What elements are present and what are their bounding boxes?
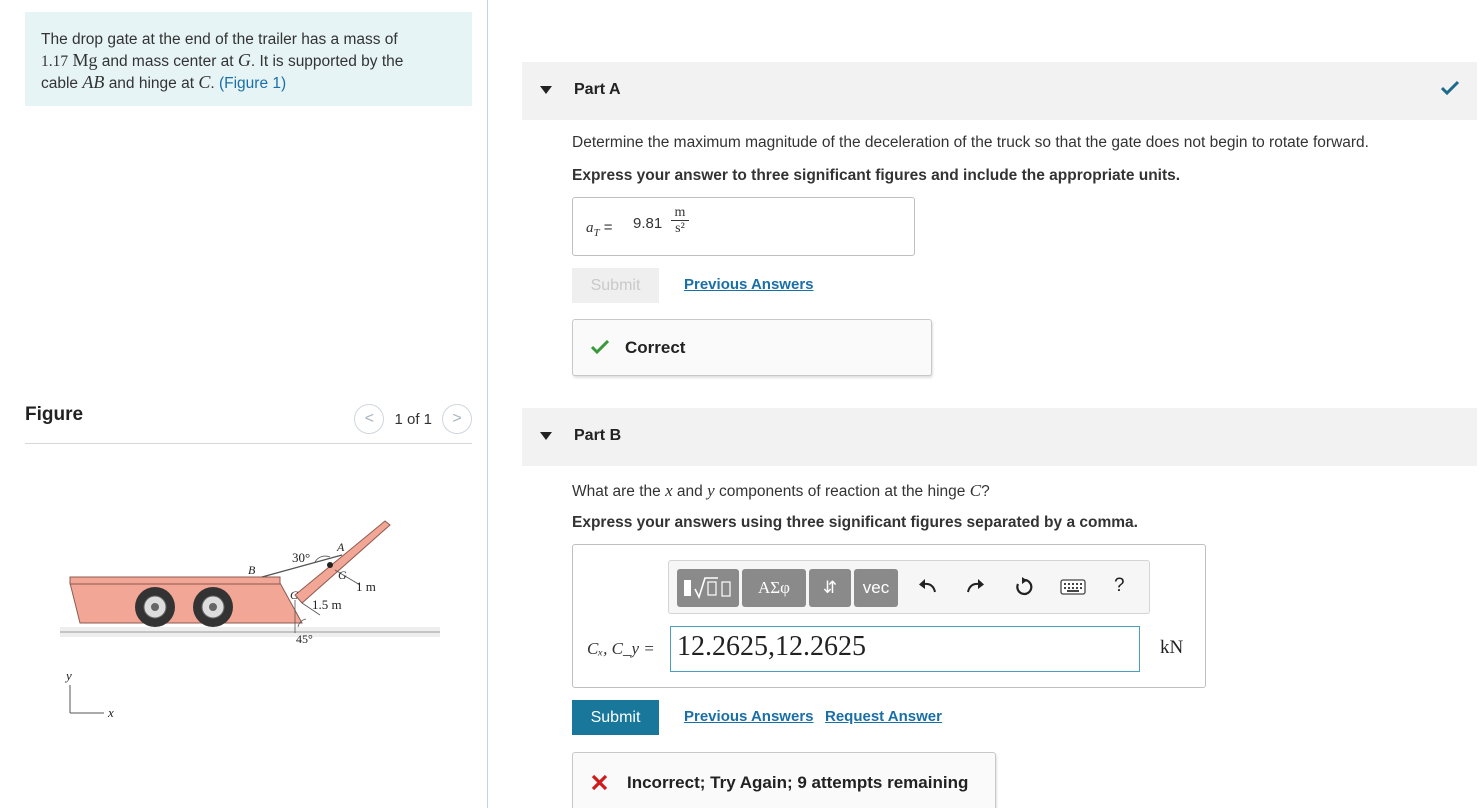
figure-count: 1 of 1 [394,410,432,428]
axis-x-label: x [107,705,114,720]
label-b: B [248,563,256,577]
mass-unit: Mg [72,50,98,70]
answer-input[interactable]: 12.2625,12.2625 [670,626,1140,672]
problem-pane: The drop gate at the end of the trailer … [0,0,488,808]
part-a-submit-button[interactable]: Submit [572,268,659,303]
input-label: Cₓ, C_y = [587,639,655,658]
wheel-front [193,587,233,627]
question-text-4: ? [981,483,990,500]
redo-icon[interactable] [964,576,986,598]
problem-text-2: and mass center at [101,53,234,70]
collapse-arrow-icon[interactable] [540,432,552,440]
math-toolbar: ΑΣφ ⇵ vec ? [668,560,1150,614]
part-a-previous-answers-link[interactable]: Previous Answers [684,276,814,293]
keyboard-icon[interactable] [1060,579,1086,595]
var-c: C [969,481,982,500]
mass-value: 1.17 [41,53,69,70]
templates-button[interactable] [677,569,739,607]
problem-text-6: . [210,75,215,92]
part-a-instruction: Express your answer to three significant… [572,167,1181,184]
unit-denominator: s² [675,221,685,236]
trailer-rail [69,576,281,585]
wheel-rear [135,587,175,627]
var-x: x [665,481,673,500]
next-figure-button[interactable]: > [442,404,472,434]
question-text-3: components of reaction at the hinge [718,483,966,500]
point-c: C [198,72,211,92]
trailer-figure: 30° A B G C 1 m 1.5 m 45° y x [60,520,440,720]
reset-icon[interactable] [1013,576,1035,598]
figure-nav: < 1 of 1 > [354,404,472,434]
label-c: C [290,588,299,602]
part-b-previous-answers-link[interactable]: Previous Answers [684,708,814,725]
answer-unit: m s² [671,205,689,236]
question-text-1: What are the [572,483,661,500]
undo-icon[interactable] [917,576,939,598]
request-answer-link[interactable]: Request Answer [825,708,942,725]
part-b-header[interactable]: Part B [522,408,1477,466]
part-a-question: Determine the maximum magnitude of the d… [572,134,1369,151]
figure-title: Figure [25,404,84,425]
unit-numerator: m [671,205,689,221]
answer-label-var: a [586,220,594,236]
answer-label: aT = [586,219,613,239]
mass-center-g [327,562,333,568]
incorrect-text: Incorrect; Try Again; 9 attempts remaini… [627,773,969,792]
part-b-question: What are the x and y components of react… [572,481,990,501]
part-a-title: Part A [574,81,621,98]
greek-symbols-button[interactable]: ΑΣφ [742,569,806,607]
answer-equals: = [603,219,613,236]
answer-value: 9.81 [633,215,663,232]
label-15m: 1.5 m [312,597,342,612]
problem-text-4: cable [41,75,79,92]
part-b-submit-button[interactable]: Submit [572,700,659,735]
incorrect-x-icon [591,774,608,791]
part-a-answer-box: aT = 9.81 m s² [572,197,915,256]
correct-text: Correct [625,338,686,357]
label-1m: 1 m [356,579,376,594]
cable-ab: AB [82,72,105,92]
part-a-feedback: Correct [572,319,932,376]
label-g: G [338,568,347,582]
vector-button[interactable]: vec [854,569,898,607]
pane-divider [487,0,488,808]
part-b-answer-box: ΑΣφ ⇵ vec ? Cₓ, C_y = 12.2625,12.2625 kN [572,544,1206,688]
label-a: A [336,540,345,554]
part-b-feedback: Incorrect; Try Again; 9 attempts remaini… [572,752,996,808]
collapse-arrow-icon[interactable] [540,86,552,94]
correct-check-icon [591,340,609,355]
problem-text-3: . It is supported by the [250,53,404,70]
problem-text-1: The drop gate at the end of the trailer … [41,31,398,48]
question-text-2: and [676,483,703,500]
problem-statement: The drop gate at the end of the trailer … [25,12,472,106]
point-g: G [237,50,251,70]
help-icon[interactable]: ? [1114,575,1125,597]
figure-header: Figure < 1 of 1 > [25,404,472,444]
part-b-instruction: Express your answers using three signifi… [572,514,1138,531]
trailer-deck [69,582,303,624]
problem-text-5: and hinge at [108,75,195,92]
check-icon [1441,80,1459,96]
subscript-button[interactable]: ⇵ [809,569,851,607]
template-icon [684,577,731,600]
var-y: y [707,481,715,500]
part-a-header[interactable]: Part A [522,62,1477,120]
figure-link[interactable]: (Figure 1) [219,75,286,92]
prev-figure-button[interactable]: < [354,404,385,434]
axis-y-label: y [64,668,72,683]
unit-label: kN [1160,637,1184,658]
answer-label-sub: T [593,227,600,239]
part-b-title: Part B [574,427,622,444]
label-30deg: 30° [292,550,310,565]
label-45deg: 45° [296,632,313,646]
